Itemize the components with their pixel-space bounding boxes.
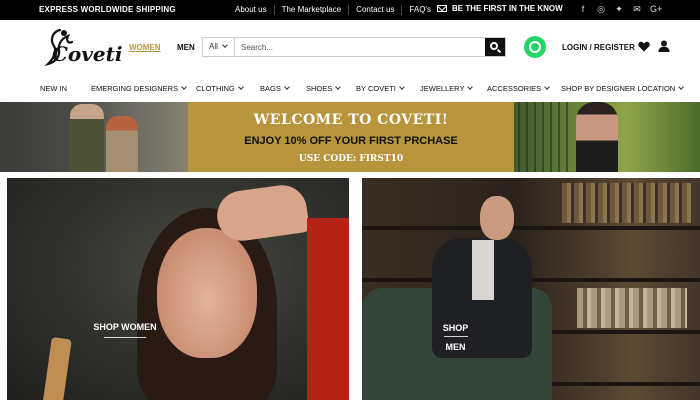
nav-new-in[interactable]: NEW IN: [40, 84, 67, 93]
shop-men-label[interactable]: SHOP MEN: [362, 320, 549, 355]
search-button[interactable]: [485, 38, 505, 56]
nav-bags[interactable]: BAGS: [260, 84, 290, 93]
chevron-down-icon: [544, 84, 551, 90]
welcome-banner[interactable]: WELCOME TO COVETI! ENJOY 10% OFF YOUR FI…: [0, 102, 700, 172]
shop-women-text: SHOP WOMEN: [93, 322, 157, 332]
shipping-notice: EXPRESS WORLDWIDE SHIPPING: [39, 5, 176, 14]
top-links: About us The Marketplace Contact us FAQ'…: [228, 5, 438, 15]
shop-women-tile[interactable]: SHOP WOMEN: [7, 178, 349, 400]
banner-offer: ENJOY 10% OFF YOUR FIRST PRCHASE: [244, 135, 458, 147]
label-underline: [104, 337, 146, 338]
marketplace-link[interactable]: The Marketplace: [275, 5, 350, 15]
contact-us-link[interactable]: Contact us: [349, 5, 403, 15]
nav-label: JEWELLERY: [420, 84, 465, 93]
men-link[interactable]: MEN: [177, 43, 195, 52]
banner-code: USE CODE: FIRST10: [298, 154, 404, 164]
search-category-value: All: [209, 42, 218, 51]
nav-label: BAGS: [260, 84, 281, 93]
user-account-icon[interactable]: [658, 40, 670, 52]
shop-men-text-line1: SHOP: [442, 323, 469, 333]
search-input[interactable]: [235, 38, 485, 56]
about-us-link[interactable]: About us: [228, 5, 275, 15]
newsletter-promo[interactable]: BE THE FIRST IN THE KNOW: [437, 4, 563, 13]
search-category-select[interactable]: All: [203, 38, 235, 56]
login-register-link[interactable]: LOGIN / REGISTER: [562, 43, 635, 52]
shop-women-label[interactable]: SHOP WOMEN: [7, 322, 243, 338]
mail-icon[interactable]: ✉: [632, 3, 642, 15]
nav-label: BY COVETI: [356, 84, 396, 93]
top-bar: EXPRESS WORLDWIDE SHIPPING About us The …: [0, 0, 700, 20]
nav-by-coveti[interactable]: BY COVETI: [356, 84, 405, 93]
envelope-icon: [437, 5, 447, 12]
search-bar: All: [202, 37, 506, 57]
newsletter-promo-label: BE THE FIRST IN THE KNOW: [452, 4, 563, 13]
nav-label: CLOTHING: [196, 84, 235, 93]
chevron-down-icon: [237, 84, 244, 90]
nav-label: SHOES: [306, 84, 333, 93]
facebook-icon[interactable]: f: [578, 3, 588, 15]
twitter-icon[interactable]: ✦: [614, 3, 624, 15]
chevron-down-icon: [467, 84, 474, 90]
nav-accessories[interactable]: ACCESSORIES: [487, 84, 551, 93]
logo-wordmark[interactable]: Coveti: [52, 42, 122, 66]
women-link[interactable]: WOMEN: [129, 43, 161, 52]
nav-label: SHOP BY DESIGNER LOCATION: [561, 84, 676, 93]
nav-label: NEW IN: [40, 84, 68, 93]
banner-photo-couple: [0, 102, 188, 172]
nav-clothing[interactable]: CLOTHING: [196, 84, 244, 93]
whatsapp-icon[interactable]: [524, 36, 546, 58]
wishlist-heart-icon[interactable]: [638, 41, 650, 52]
nav-shop-by-designer-location[interactable]: SHOP BY DESIGNER LOCATION: [561, 84, 685, 93]
chevron-down-icon: [284, 84, 290, 90]
site-header: Coveti WOMEN MEN All LOGIN / REGISTER: [0, 20, 700, 74]
nav-shoes[interactable]: SHOES: [306, 84, 342, 93]
label-underline: [443, 336, 468, 337]
shop-men-tile[interactable]: SHOP MEN: [362, 178, 700, 400]
chevron-down-icon: [335, 84, 342, 90]
faq-link[interactable]: FAQ's: [402, 5, 438, 15]
chevron-down-icon: [678, 84, 685, 90]
main-nav: NEW IN EMERGING DESIGNERS CLOTHING BAGS …: [0, 78, 700, 100]
shop-men-text-line2: MEN: [445, 342, 466, 352]
banner-title: WELCOME TO COVETI!: [253, 112, 449, 128]
chevron-down-icon: [181, 84, 187, 90]
nav-jewellery[interactable]: JEWELLERY: [420, 84, 474, 93]
chevron-down-icon: [399, 84, 405, 90]
banner-photo-woman: [514, 102, 700, 172]
nav-label: EMERGING DESIGNERS: [91, 84, 179, 93]
google-plus-icon[interactable]: G+: [650, 3, 662, 15]
nav-label: ACCESSORIES: [487, 84, 542, 93]
nav-emerging-designers[interactable]: EMERGING DESIGNERS: [91, 84, 187, 93]
chevron-down-icon: [222, 42, 228, 48]
instagram-icon[interactable]: ◎: [596, 3, 606, 15]
social-links: f ◎ ✦ ✉ G+: [578, 3, 668, 15]
